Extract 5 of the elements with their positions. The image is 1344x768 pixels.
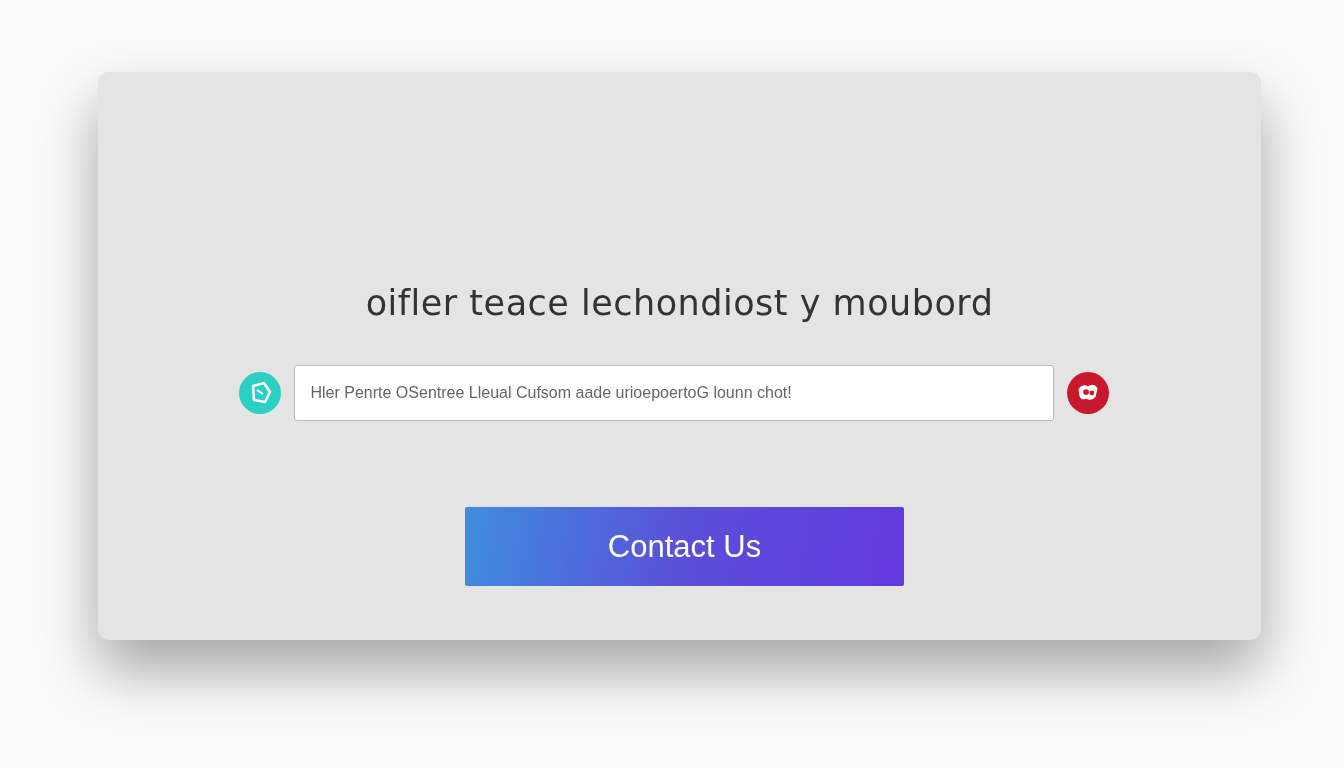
heading: oifler teace lechondiost y moubord bbox=[365, 286, 994, 321]
emblem-icon bbox=[1066, 372, 1109, 414]
message-field[interactable]: Hler Penrte OSentree Lleual Cufsom aade urioepoertoG lounn chot! bbox=[293, 365, 1054, 421]
contact-button[interactable]: Contact Us bbox=[465, 507, 904, 586]
chat-icon bbox=[238, 372, 281, 414]
